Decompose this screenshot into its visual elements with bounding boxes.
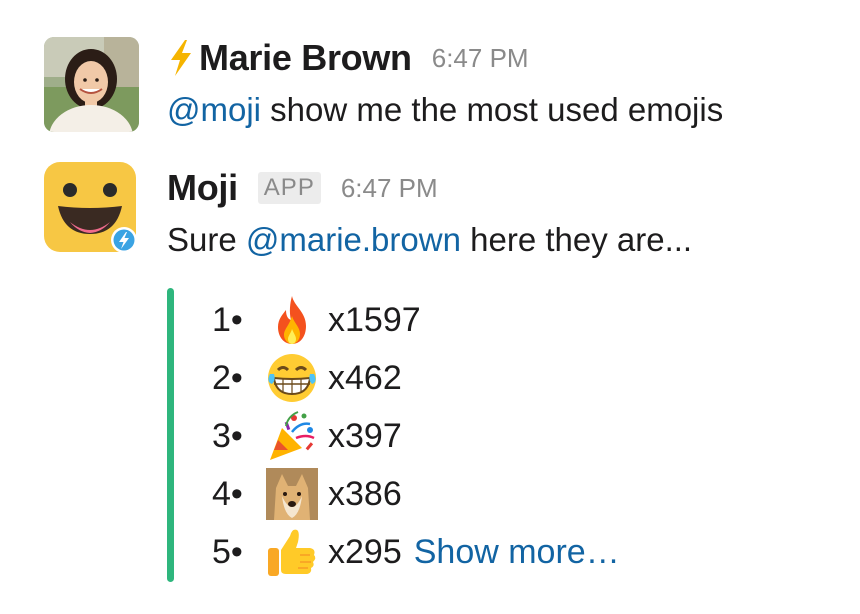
- message-moji: Moji APP 6:47 PM Sure @marie.brown here …: [0, 160, 860, 600]
- lightning-icon: [167, 38, 195, 78]
- mention-link[interactable]: @marie.brown: [246, 221, 461, 258]
- avatar[interactable]: [44, 37, 139, 132]
- emoji-count: x295: [328, 532, 402, 571]
- list-item: 5• x295 Show more…: [212, 523, 620, 581]
- rank-number: 4•: [212, 474, 243, 513]
- emoji-ranking-list: 1• x1597 2• x462 3• x397 4• x386 5• x295…: [212, 291, 620, 581]
- rank-number: 5•: [212, 532, 243, 571]
- emoji-count: x1597: [328, 300, 421, 339]
- bot-avatar[interactable]: [44, 162, 139, 257]
- list-item: 3• x397: [212, 407, 620, 465]
- attachment: 1• x1597 2• x462 3• x397 4• x386 5• x295…: [167, 288, 767, 584]
- message-content: Moji APP 6:47 PM Sure @marie.brown here …: [167, 160, 840, 582]
- sender-name[interactable]: Marie Brown: [199, 37, 412, 79]
- sender-name[interactable]: Moji: [167, 167, 238, 209]
- attachment-color-bar: [167, 288, 174, 582]
- user-photo: [44, 37, 139, 132]
- list-item: 4• x386: [212, 465, 620, 523]
- message-content: Marie Brown 6:47 PM @moji show me the mo…: [167, 30, 840, 134]
- message-body: show me the most used emojis: [261, 91, 724, 128]
- list-item: 2• x462: [212, 349, 620, 407]
- message-marie: Marie Brown 6:47 PM @moji show me the mo…: [0, 30, 860, 140]
- emoji-count: x397: [328, 416, 402, 455]
- emoji-count: x462: [328, 358, 402, 397]
- show-more-link[interactable]: Show more…: [414, 533, 620, 572]
- mention-link[interactable]: @moji: [167, 91, 261, 128]
- party-popper-icon: [264, 408, 320, 464]
- message-header: Moji APP 6:47 PM: [167, 160, 840, 216]
- message-text: Sure @marie.brown here they are...: [167, 216, 840, 264]
- doge-icon: [264, 466, 320, 522]
- app-badge: APP: [257, 172, 321, 204]
- timestamp[interactable]: 6:47 PM: [432, 43, 529, 74]
- message-text: @moji show me the most used emojis: [167, 86, 840, 134]
- rank-number: 3•: [212, 416, 243, 455]
- rank-number: 1•: [212, 300, 243, 339]
- fire-icon: [264, 292, 320, 348]
- thumbs-up-icon: [264, 524, 320, 580]
- moji-face-icon: [44, 162, 137, 253]
- emoji-count: x386: [328, 474, 402, 513]
- message-header: Marie Brown 6:47 PM: [167, 30, 840, 86]
- list-item: 1• x1597: [212, 291, 620, 349]
- message-suffix: here they are...: [460, 221, 693, 258]
- rank-number: 2•: [212, 358, 243, 397]
- message-prefix: Sure: [167, 221, 246, 258]
- timestamp[interactable]: 6:47 PM: [341, 173, 438, 204]
- laughing-icon: [264, 350, 320, 406]
